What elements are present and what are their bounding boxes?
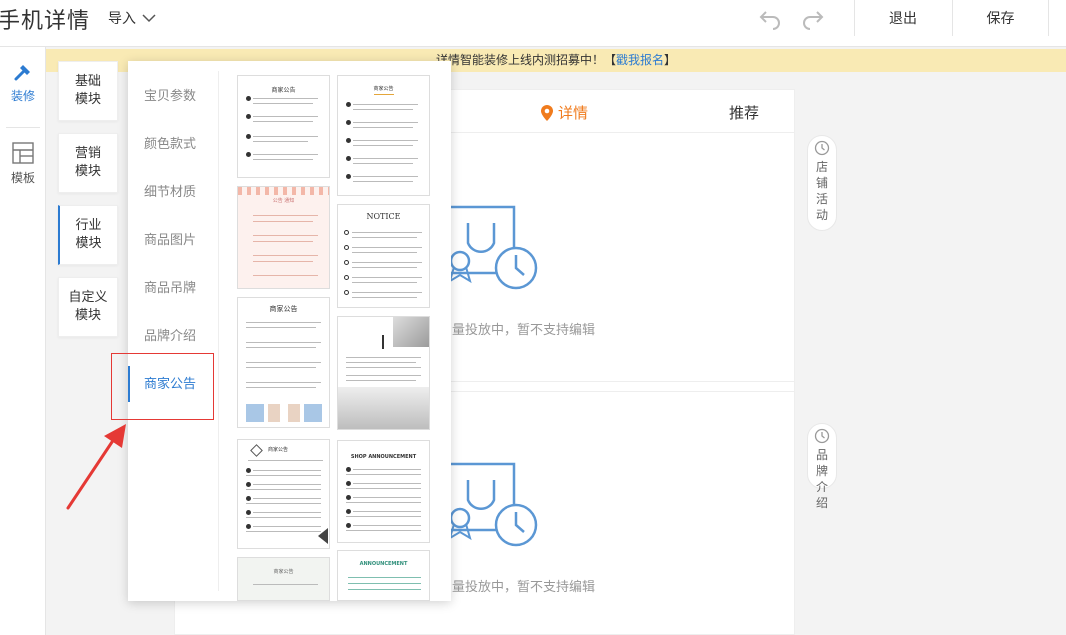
save-button[interactable]: 保存 [952, 0, 1049, 36]
nav-item-decorate[interactable]: 装修 [0, 61, 46, 104]
nav-label-template: 模板 [10, 171, 35, 185]
highlight-box [111, 353, 214, 420]
thumb-title: 商家公告 [269, 305, 298, 313]
module-tab-label: 营销 模块 [74, 146, 101, 179]
module-tab-label: 行业 模块 [75, 218, 102, 251]
nav-item-template[interactable]: 模板 [0, 141, 46, 186]
template-thumbnail[interactable]: 商家公告 [237, 557, 330, 601]
template-thumbnail[interactable]: 商家公告 [237, 297, 330, 428]
category-item[interactable]: 商品吊牌 [144, 277, 196, 296]
side-pill-brand-intro[interactable]: 品牌介绍 [807, 423, 837, 510]
module-tab-label: 自定义 模块 [68, 290, 108, 323]
hammer-icon [14, 65, 30, 81]
clock-icon [814, 428, 830, 444]
thumb-title: 商家公告 [268, 447, 289, 453]
template-thumbnail[interactable]: 商家公告 [237, 75, 330, 178]
block-status-message: 量投放中，暂不支持编辑 [452, 580, 596, 595]
side-pill-store-activity[interactable]: 店铺活动 [807, 135, 837, 231]
side-pill-label: 店铺活动 [815, 160, 828, 222]
category-item[interactable]: 商品图片 [144, 229, 196, 248]
template-icon [12, 142, 34, 164]
template-thumbnail[interactable]: ANNOUNCEMENT [337, 550, 430, 601]
location-pin-icon [541, 104, 553, 121]
left-nav: 装修 模板 [0, 47, 46, 635]
nav-divider [6, 127, 40, 128]
module-tab-marketing[interactable]: 营销 模块 [58, 133, 118, 193]
thumb-title: SHOP ANNOUNCEMENT [350, 454, 417, 460]
thumb-title: 公告 通知 [272, 198, 295, 204]
template-thumbnail[interactable] [337, 316, 430, 430]
top-bar: 手机详情 导入 退出 保存 [0, 0, 1066, 47]
category-item[interactable]: 颜色款式 [144, 133, 196, 152]
template-thumbnail[interactable]: 商家公告 [237, 439, 330, 549]
module-tab-basic[interactable]: 基础 模块 [58, 61, 118, 121]
template-thumbnail[interactable]: 公告 通知 [237, 186, 330, 289]
module-tab-label: 基础 模块 [74, 74, 101, 107]
template-thumbnail[interactable]: NOTICE [337, 204, 430, 308]
thumb-title: 商家公告 [271, 87, 296, 94]
template-thumbnail[interactable]: SHOP ANNOUNCEMENT [337, 440, 430, 543]
tab-detail-label: 详情 [558, 104, 589, 122]
redo-icon[interactable] [801, 8, 825, 30]
module-tab-custom[interactable]: 自定义 模块 [58, 277, 118, 337]
chevron-down-icon [142, 14, 156, 23]
thumb-title: ANNOUNCEMENT [359, 561, 408, 567]
undo-icon[interactable] [758, 8, 782, 30]
panel-divider [218, 71, 219, 591]
banner-end: 】 [664, 53, 677, 67]
thumb-title: NOTICE [366, 212, 401, 221]
import-label: 导入 [108, 11, 136, 27]
module-tab-industry[interactable]: 行业 模块 [58, 205, 118, 265]
category-item[interactable]: 品牌介绍 [144, 325, 196, 344]
category-item[interactable]: 细节材质 [144, 181, 196, 200]
annotation-arrow-icon [66, 424, 126, 510]
side-pill-label: 品牌介绍 [815, 448, 828, 510]
thumb-title: 商家公告 [273, 569, 294, 575]
banner-signup-link[interactable]: 戳我报名 [616, 53, 664, 67]
clock-icon [814, 140, 830, 156]
tab-recommend[interactable]: 推荐 [729, 102, 759, 123]
page-title: 手机详情 [0, 9, 91, 34]
import-dropdown[interactable]: 导入 [108, 8, 156, 28]
banner-text: 详情智能装修上线内测招募中！【 [435, 53, 616, 67]
template-thumbnail[interactable]: 商家公告 [337, 75, 430, 196]
logout-button[interactable]: 退出 [854, 0, 951, 36]
thumb-title: 商家公告 [373, 86, 394, 92]
block-status-message: 量投放中，暂不支持编辑 [452, 323, 596, 338]
category-item[interactable]: 宝贝参数 [144, 85, 196, 104]
nav-label-decorate: 装修 [10, 89, 35, 103]
template-panel: 宝贝参数 颜色款式 细节材质 商品图片 商品吊牌 品牌介绍 商家公告 商家公告 … [128, 61, 451, 601]
tab-detail[interactable]: 详情 [540, 102, 588, 123]
